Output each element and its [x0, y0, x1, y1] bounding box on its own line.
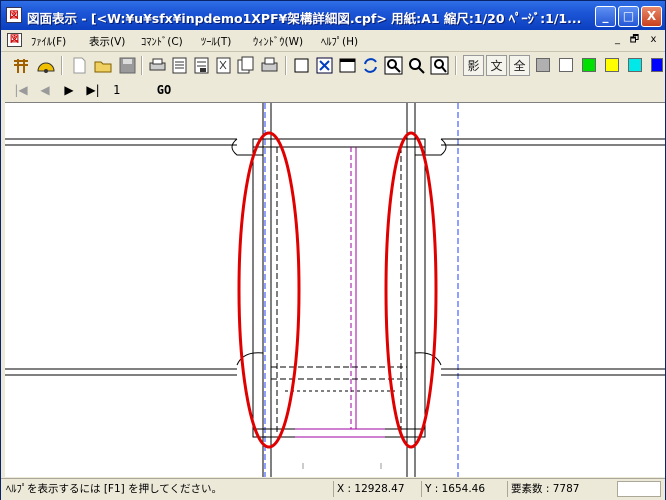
- structural-drawing: [5, 103, 665, 477]
- open-folder-icon[interactable]: [93, 55, 114, 76]
- page-number-input[interactable]: [109, 81, 149, 98]
- print-multi-icon[interactable]: [235, 55, 256, 76]
- print-preview-icon[interactable]: [169, 55, 190, 76]
- new-file-icon[interactable]: [69, 55, 90, 76]
- zoom-area-icon[interactable]: [383, 55, 404, 76]
- drawing-canvas[interactable]: [5, 102, 665, 477]
- refresh-icon[interactable]: [360, 55, 381, 76]
- color-swatch-cyan[interactable]: [628, 58, 642, 72]
- prev-page-icon[interactable]: ◀: [35, 81, 55, 99]
- zoom-out-icon[interactable]: [429, 55, 450, 76]
- protractor-icon[interactable]: [35, 55, 56, 76]
- zoom-in-icon[interactable]: [406, 55, 427, 76]
- text-button[interactable]: 文: [486, 55, 507, 76]
- fit-window-icon[interactable]: [314, 55, 335, 76]
- status-y-coordinate: Y : 1654.46: [421, 481, 505, 497]
- shadow-button[interactable]: 影: [463, 55, 484, 76]
- print-range-icon[interactable]: [191, 55, 212, 76]
- app-window: 図 図面表示 - [<W:¥u¥sfx¥inpdemo1XPF¥架構詳細図.cp…: [0, 0, 666, 500]
- color-swatch-green[interactable]: [582, 58, 596, 72]
- grid-icon[interactable]: [11, 55, 32, 76]
- mdi-minimize-button[interactable]: _: [610, 33, 625, 47]
- mdi-restore-button[interactable]: 🗗: [627, 33, 642, 47]
- toolbar-separator: [285, 56, 287, 75]
- color-swatch-blue[interactable]: [651, 58, 663, 72]
- status-x-coordinate: X : 12928.47: [333, 481, 419, 497]
- page-nav-bar: |◀ ◀ ▶ ▶| GO: [1, 79, 665, 101]
- menu-file[interactable]: ﾌｧｲﾙ(F): [31, 34, 66, 49]
- color-swatch-gray[interactable]: [536, 58, 550, 72]
- print-setup-icon[interactable]: [213, 55, 234, 76]
- menu-window[interactable]: ｳｨﾝﾄﾞｳ(W): [253, 34, 303, 49]
- menu-view[interactable]: 表示(V): [89, 34, 125, 49]
- mdi-close-button[interactable]: x: [646, 33, 661, 47]
- color-swatch-yellow[interactable]: [605, 58, 619, 72]
- go-button[interactable]: GO: [153, 81, 175, 99]
- maximize-button[interactable]: □: [618, 6, 639, 27]
- status-bar: ﾍﾙﾌﾟを表示するには [F1] を押してください。 X : 12928.47 …: [1, 478, 665, 500]
- app-icon[interactable]: 図: [6, 7, 22, 23]
- print-icon[interactable]: [147, 55, 168, 76]
- rectangle-icon[interactable]: [291, 55, 312, 76]
- status-extra-box: [617, 481, 661, 497]
- next-page-icon[interactable]: ▶: [59, 81, 79, 99]
- menu-help[interactable]: ﾍﾙﾌﾟ(H): [321, 34, 358, 49]
- first-page-icon[interactable]: |◀: [11, 81, 31, 99]
- title-bar[interactable]: 図 図面表示 - [<W:¥u¥sfx¥inpdemo1XPF¥架構詳細図.cp…: [1, 1, 665, 30]
- status-element-count: 要素数 : 7787: [507, 481, 615, 497]
- all-button[interactable]: 全: [509, 55, 530, 76]
- toolbar: 影 文 全: [1, 52, 665, 79]
- toolbar-separator: [141, 56, 143, 75]
- window-zoom-icon[interactable]: [337, 55, 358, 76]
- last-page-icon[interactable]: ▶|: [83, 81, 103, 99]
- document-icon[interactable]: 図: [7, 33, 22, 47]
- menu-command[interactable]: ｺﾏﾝﾄﾞ(C): [141, 34, 183, 49]
- color-swatch-white[interactable]: [559, 58, 573, 72]
- status-help-text: ﾍﾙﾌﾟを表示するには [F1] を押してください。: [6, 483, 222, 495]
- save-icon[interactable]: [117, 55, 138, 76]
- close-button[interactable]: X: [641, 6, 662, 27]
- menu-tools[interactable]: ﾂｰﾙ(T): [201, 34, 231, 49]
- window-title: 図面表示 - [<W:¥u¥sfx¥inpdemo1XPF¥架構詳細図.cpf>…: [27, 11, 582, 26]
- minimize-button[interactable]: _: [595, 6, 616, 27]
- menu-bar: 図 ﾌｧｲﾙ(F) 表示(V) ｺﾏﾝﾄﾞ(C) ﾂｰﾙ(T) ｳｨﾝﾄﾞｳ(W…: [1, 30, 665, 52]
- toolbar-separator: [455, 56, 457, 75]
- toolbar-separator: [61, 56, 63, 75]
- print-all-icon[interactable]: [259, 55, 280, 76]
